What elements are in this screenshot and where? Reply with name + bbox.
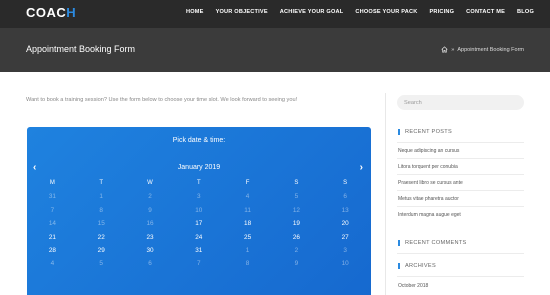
- calendar-day-unavailable: 5: [294, 193, 299, 201]
- breadcrumb: » Appointment Booking Form: [441, 46, 524, 53]
- weekday-header: M: [49, 180, 55, 186]
- archive-link[interactable]: October 2018: [398, 283, 428, 289]
- main-nav: HOME YOUR OBJECTIVE ACHIEVE YOUR GOAL CH…: [186, 9, 534, 15]
- site-header: COACH HOME YOUR OBJECTIVE ACHIEVE YOUR G…: [0, 0, 550, 28]
- recent-post-link[interactable]: Litora torquent per conubia: [398, 164, 458, 170]
- nav-your-objective[interactable]: YOUR OBJECTIVE: [216, 9, 268, 15]
- calendar-day-unavailable: 2: [294, 246, 299, 254]
- breadcrumb-current: Appointment Booking Form: [457, 46, 524, 53]
- calendar-day-unavailable: 5: [99, 260, 103, 268]
- calendar-day-unavailable: 7: [197, 260, 201, 268]
- weekday-header: T: [196, 180, 201, 186]
- weekday-header: W: [147, 180, 153, 186]
- calendar-day[interactable]: 18: [223, 217, 272, 230]
- calendar-day[interactable]: 17: [174, 217, 223, 230]
- recent-post-link[interactable]: Neque adipiscing an cursus: [398, 148, 459, 154]
- calendar-day-unavailable: 16: [146, 220, 154, 228]
- calendar-day[interactable]: 25: [223, 231, 272, 244]
- calendar-day-unavailable: 31: [48, 193, 56, 201]
- archives-title: ARCHIVES: [398, 263, 436, 269]
- calendar-day-unavailable: 2: [148, 193, 152, 201]
- calendar-month: January 2019: [177, 164, 221, 171]
- calendar-day-unavailable: 8: [245, 260, 250, 268]
- weekday-header: S: [294, 180, 299, 186]
- calendar-day[interactable]: 21: [28, 231, 77, 244]
- site-logo[interactable]: COACH: [26, 5, 76, 20]
- calendar-day-unavailable: 10: [195, 206, 203, 214]
- widget-divider: [397, 158, 524, 159]
- intro-text: Want to book a training session? Use the…: [26, 97, 298, 103]
- page-title: Appointment Booking Form: [26, 44, 136, 54]
- recent-comments-title: RECENT COMMENTS: [398, 240, 467, 246]
- home-icon[interactable]: [441, 46, 448, 53]
- weekday-header: T: [99, 180, 104, 186]
- widget-divider: [397, 142, 524, 143]
- calendar-day-unavailable: 10: [341, 260, 349, 268]
- calendar-grid: M T W T F S S 31 1 2 3 4 5 6 7 8 9 10 11 12 13 14 15 16 17 18 19 20…: [28, 177, 370, 271]
- breadcrumb-separator: »: [451, 46, 455, 53]
- recent-post-link[interactable]: Metus vitae pharetra auctor: [398, 196, 459, 202]
- widget-divider: [397, 253, 524, 254]
- calendar-day-unavailable: 6: [148, 260, 152, 268]
- calendar-day-unavailable: 3: [197, 193, 201, 201]
- calendar-day-unavailable: 11: [244, 206, 251, 214]
- calendar-heading: Pick date & time:: [172, 137, 226, 144]
- calendar-day[interactable]: 23: [126, 231, 175, 244]
- calendar-day-unavailable: 12: [292, 206, 300, 214]
- calendar-day[interactable]: 28: [28, 244, 77, 257]
- booking-calendar: Pick date & time: ‹ January 2019 › MTWTF…: [27, 127, 371, 295]
- nav-pricing[interactable]: PRICING: [429, 9, 454, 15]
- calendar-day[interactable]: 27: [321, 231, 370, 244]
- calendar-day-unavailable: 7: [50, 206, 55, 214]
- calendar-day-unavailable: 1: [245, 246, 250, 254]
- calendar-day-unavailable: 4: [245, 193, 250, 201]
- calendar-day[interactable]: 20: [321, 217, 370, 230]
- calendar-day[interactable]: 31: [174, 244, 223, 257]
- calendar-day-unavailable: 3: [343, 246, 347, 254]
- widget-divider: [397, 190, 524, 191]
- nav-contact-me[interactable]: CONTACT ME: [466, 9, 505, 15]
- nav-choose-your-pack[interactable]: CHOOSE YOUR PACK: [355, 9, 417, 15]
- calendar-day-unavailable: 15: [97, 220, 105, 228]
- recent-post-link[interactable]: Praesent libro se cursus ante: [398, 180, 463, 186]
- calendar-day-unavailable: 9: [294, 260, 299, 268]
- nav-achieve-your-goal[interactable]: ACHIEVE YOUR GOAL: [280, 9, 344, 15]
- calendar-day[interactable]: 22: [77, 231, 126, 244]
- weekday-header: S: [343, 180, 348, 186]
- recent-post-link[interactable]: Interdum magna augue eget: [398, 212, 461, 218]
- widget-divider: [397, 206, 524, 207]
- calendar-day-unavailable: 9: [148, 206, 152, 214]
- calendar-day[interactable]: 30: [126, 244, 175, 257]
- widget-divider: [397, 174, 524, 175]
- calendar-day[interactable]: 29: [77, 244, 126, 257]
- calendar-day[interactable]: 19: [272, 217, 321, 230]
- calendar-day-unavailable: 6: [343, 193, 347, 201]
- calendar-day[interactable]: 26: [272, 231, 321, 244]
- nav-blog[interactable]: BLOG: [517, 9, 534, 15]
- nav-home[interactable]: HOME: [186, 9, 204, 15]
- calendar-day-unavailable: 4: [50, 260, 55, 268]
- search-input[interactable]: [397, 95, 524, 110]
- weekday-header: F: [245, 180, 250, 186]
- calendar-day-unavailable: 13: [341, 206, 349, 214]
- page-title-bar: Appointment Booking Form » Appointment B…: [0, 28, 550, 72]
- sidebar-divider: [385, 93, 386, 295]
- widget-divider: [397, 276, 524, 277]
- calendar-day-unavailable: 8: [99, 206, 103, 214]
- calendar-day-unavailable: 1: [99, 193, 103, 201]
- calendar-day[interactable]: 24: [174, 231, 223, 244]
- recent-posts-title: RECENT POSTS: [398, 129, 452, 135]
- calendar-day-unavailable: 14: [48, 220, 56, 228]
- next-month-button[interactable]: ›: [360, 162, 363, 173]
